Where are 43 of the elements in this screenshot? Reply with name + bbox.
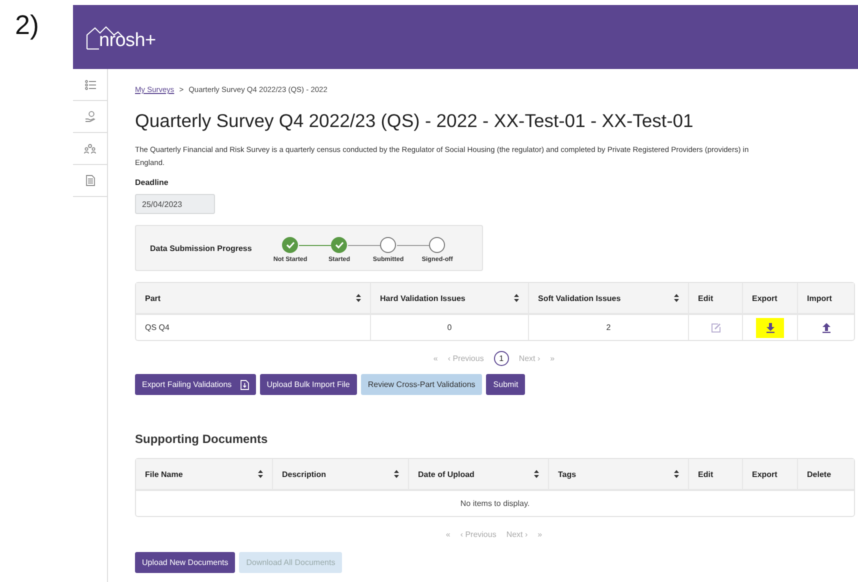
column-header: Delete [798, 459, 854, 491]
section-heading: Supporting Documents [135, 432, 269, 446]
sort-icon[interactable] [674, 470, 679, 478]
deadline-field[interactable]: 25/04/2023 [135, 194, 215, 214]
column-header: Export [743, 283, 798, 315]
logo[interactable]: nrosh+ [86, 24, 162, 50]
page-link[interactable]: 1 [494, 350, 509, 366]
list-icon[interactable] [84, 80, 96, 90]
column-header[interactable]: Part [136, 283, 371, 315]
column-header[interactable]: Soft Validation Issues [529, 283, 689, 315]
column-header: Edit [689, 459, 743, 491]
document-icon[interactable] [86, 175, 94, 186]
column-header: Edit [689, 283, 743, 315]
coin-hand-icon[interactable] [84, 111, 96, 122]
sort-icon[interactable] [534, 470, 539, 478]
deadline-label: Deadline [135, 178, 170, 187]
action-button[interactable]: Submit [486, 374, 526, 395]
column-header[interactable]: Date of Upload [409, 459, 549, 491]
sort-icon[interactable] [258, 470, 263, 478]
progress-label: Data Submission Progress [150, 244, 252, 252]
sort-icon[interactable] [394, 470, 399, 478]
column-header[interactable]: Tags [549, 459, 689, 491]
column-header: Import [798, 283, 854, 315]
action-button[interactable]: Upload New Documents [135, 552, 236, 573]
empty-message: No items to display. [460, 499, 530, 508]
page-title: Quarterly Survey Q4 2022/23 (QS) - 2022 - XX-Test-01 - XX-Test-01 [135, 110, 694, 132]
sort-icon[interactable] [514, 294, 519, 302]
download-icon[interactable] [766, 322, 774, 332]
file-download-icon [240, 380, 249, 390]
action-button[interactable]: Export Failing Validations [135, 374, 256, 395]
column-header[interactable]: File Name [136, 459, 273, 491]
upload-icon[interactable] [822, 322, 830, 332]
table-cell: 0 [371, 315, 529, 340]
action-button[interactable]: Upload Bulk Import File [260, 374, 357, 395]
sort-icon[interactable] [356, 294, 361, 302]
column-header[interactable]: Description [273, 459, 409, 491]
people-icon[interactable] [84, 144, 96, 154]
sort-icon[interactable] [674, 294, 679, 302]
table-cell: QS Q4 [136, 315, 371, 340]
figure-label: 2) [15, 10, 40, 40]
table-cell: 2 [529, 315, 689, 340]
column-header[interactable]: Hard Validation Issues [371, 283, 529, 315]
column-header: Export [743, 459, 798, 491]
